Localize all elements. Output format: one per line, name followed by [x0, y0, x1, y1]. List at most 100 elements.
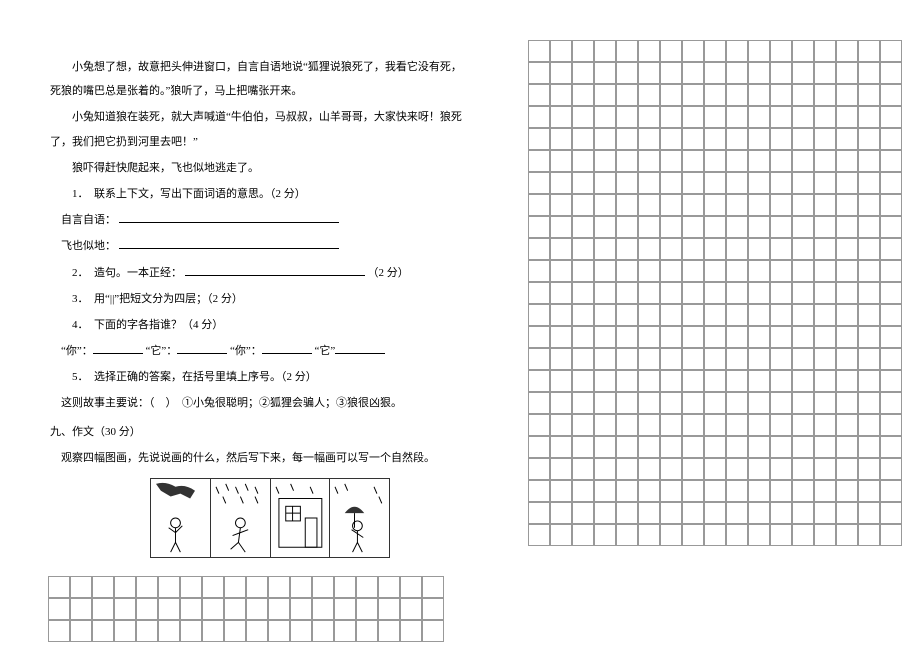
grid-cell[interactable] — [550, 62, 572, 84]
grid-cell[interactable] — [572, 348, 594, 370]
grid-cell[interactable] — [814, 480, 836, 502]
grid-cell[interactable] — [70, 576, 92, 598]
grid-cell[interactable] — [616, 172, 638, 194]
grid-cell[interactable] — [836, 480, 858, 502]
grid-cell[interactable] — [312, 598, 334, 620]
grid-cell[interactable] — [224, 576, 246, 598]
grid-cell[interactable] — [814, 414, 836, 436]
grid-cell[interactable] — [726, 194, 748, 216]
grid-cell[interactable] — [594, 348, 616, 370]
grid-cell[interactable] — [858, 106, 880, 128]
grid-cell[interactable] — [660, 414, 682, 436]
grid-cell[interactable] — [528, 216, 550, 238]
grid-cell[interactable] — [660, 348, 682, 370]
grid-cell[interactable] — [748, 304, 770, 326]
grid-cell[interactable] — [814, 524, 836, 546]
grid-cell[interactable] — [616, 194, 638, 216]
grid-cell[interactable] — [616, 480, 638, 502]
grid-cell[interactable] — [572, 128, 594, 150]
grid-cell[interactable] — [726, 458, 748, 480]
grid-cell[interactable] — [550, 84, 572, 106]
grid-cell[interactable] — [792, 62, 814, 84]
grid-cell[interactable] — [550, 106, 572, 128]
grid-cell[interactable] — [792, 238, 814, 260]
answer-blank[interactable] — [119, 211, 339, 223]
grid-cell[interactable] — [748, 40, 770, 62]
grid-cell[interactable] — [682, 194, 704, 216]
grid-cell[interactable] — [660, 304, 682, 326]
grid-cell[interactable] — [836, 106, 858, 128]
grid-cell[interactable] — [748, 392, 770, 414]
grid-cell[interactable] — [880, 502, 902, 524]
grid-cell[interactable] — [682, 150, 704, 172]
grid-cell[interactable] — [594, 392, 616, 414]
grid-cell[interactable] — [528, 458, 550, 480]
grid-cell[interactable] — [660, 106, 682, 128]
grid-cell[interactable] — [572, 458, 594, 480]
grid-cell[interactable] — [682, 524, 704, 546]
grid-cell[interactable] — [836, 238, 858, 260]
grid-cell[interactable] — [682, 436, 704, 458]
grid-cell[interactable] — [704, 62, 726, 84]
grid-cell[interactable] — [572, 326, 594, 348]
grid-cell[interactable] — [638, 172, 660, 194]
grid-cell[interactable] — [550, 40, 572, 62]
grid-cell[interactable] — [770, 40, 792, 62]
grid-cell[interactable] — [770, 260, 792, 282]
grid-cell[interactable] — [792, 436, 814, 458]
grid-cell[interactable] — [836, 172, 858, 194]
answer-blank[interactable] — [119, 237, 339, 249]
grid-cell[interactable] — [660, 326, 682, 348]
grid-cell[interactable] — [378, 576, 400, 598]
grid-cell[interactable] — [858, 84, 880, 106]
grid-cell[interactable] — [770, 304, 792, 326]
grid-cell[interactable] — [572, 436, 594, 458]
answer-blank[interactable] — [177, 342, 227, 354]
grid-cell[interactable] — [660, 128, 682, 150]
grid-cell[interactable] — [770, 238, 792, 260]
grid-cell[interactable] — [202, 598, 224, 620]
grid-cell[interactable] — [660, 480, 682, 502]
grid-cell[interactable] — [550, 216, 572, 238]
grid-cell[interactable] — [726, 150, 748, 172]
grid-cell[interactable] — [880, 348, 902, 370]
grid-cell[interactable] — [528, 370, 550, 392]
grid-cell[interactable] — [528, 524, 550, 546]
grid-cell[interactable] — [224, 620, 246, 642]
grid-cell[interactable] — [748, 282, 770, 304]
grid-cell[interactable] — [682, 172, 704, 194]
grid-cell[interactable] — [704, 128, 726, 150]
grid-cell[interactable] — [792, 150, 814, 172]
grid-cell[interactable] — [858, 128, 880, 150]
grid-cell[interactable] — [682, 260, 704, 282]
grid-cell[interactable] — [748, 62, 770, 84]
grid-cell[interactable] — [660, 436, 682, 458]
grid-cell[interactable] — [594, 480, 616, 502]
grid-cell[interactable] — [594, 84, 616, 106]
grid-cell[interactable] — [682, 480, 704, 502]
grid-cell[interactable] — [660, 194, 682, 216]
grid-cell[interactable] — [594, 260, 616, 282]
grid-cell[interactable] — [202, 620, 224, 642]
grid-cell[interactable] — [136, 598, 158, 620]
grid-cell[interactable] — [158, 598, 180, 620]
grid-cell[interactable] — [748, 370, 770, 392]
grid-cell[interactable] — [334, 598, 356, 620]
grid-cell[interactable] — [748, 216, 770, 238]
grid-cell[interactable] — [180, 576, 202, 598]
grid-cell[interactable] — [726, 524, 748, 546]
grid-cell[interactable] — [158, 620, 180, 642]
grid-cell[interactable] — [704, 194, 726, 216]
grid-cell[interactable] — [726, 480, 748, 502]
grid-cell[interactable] — [682, 282, 704, 304]
grid-cell[interactable] — [880, 172, 902, 194]
grid-cell[interactable] — [48, 576, 70, 598]
grid-cell[interactable] — [660, 260, 682, 282]
grid-cell[interactable] — [704, 392, 726, 414]
grid-cell[interactable] — [572, 84, 594, 106]
grid-cell[interactable] — [682, 370, 704, 392]
grid-cell[interactable] — [638, 348, 660, 370]
grid-cell[interactable] — [726, 370, 748, 392]
grid-cell[interactable] — [858, 172, 880, 194]
grid-cell[interactable] — [550, 194, 572, 216]
